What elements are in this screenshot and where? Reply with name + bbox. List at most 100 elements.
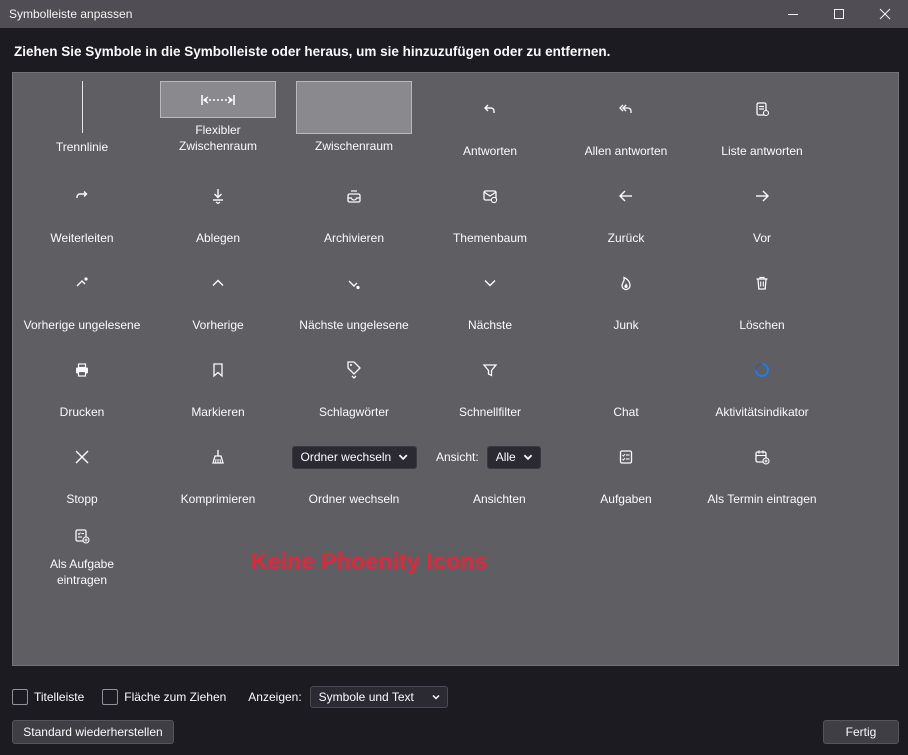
palette-item-ablegen[interactable]: Ablegen [150, 178, 286, 246]
dropdown-value: Alle [495, 450, 516, 464]
palette-item-label: Als Aufgabe eintragen [50, 556, 114, 588]
folder-switch-dropdown[interactable]: Ordner wechseln [291, 445, 417, 469]
chevron-down-icon [484, 280, 496, 287]
chevron-up-icon [212, 279, 224, 286]
palette-item-label: Themenbaum [452, 231, 528, 245]
checkbox-box[interactable] [102, 689, 119, 705]
palette-item-label: Chat [613, 405, 639, 419]
palette-item-aufgaben[interactable]: Aufgaben [558, 439, 694, 507]
palette-item-markieren[interactable]: Markieren [150, 352, 286, 420]
print-icon [76, 363, 88, 377]
palette-item-vorherige[interactable]: Vorherige [150, 265, 286, 333]
tasks-icon [619, 450, 633, 464]
next-unread-icon [348, 280, 360, 290]
view-dropdown[interactable]: Alle [486, 445, 541, 469]
archive-icon [347, 190, 361, 203]
palette-item-als-aufgabe-eintragen[interactable]: Als Aufgabe eintragen [14, 518, 150, 588]
palette-item-label: Trennlinie [55, 140, 109, 154]
close-icon[interactable] [862, 0, 908, 28]
window-controls [770, 0, 908, 28]
arrow-right-icon [756, 190, 769, 202]
palette-item-schlagwoerter[interactable]: Schlagwörter [286, 352, 422, 420]
done-button[interactable]: Fertig [823, 720, 899, 744]
palette-item-label: Archivieren [323, 231, 385, 245]
palette-item-liste-antworten[interactable]: Liste antworten [694, 91, 830, 159]
titlebar-checkbox[interactable]: Titelleiste [12, 689, 84, 705]
label-line-2: eintragen [56, 573, 108, 587]
filter-icon [482, 364, 498, 377]
drag-space-checkbox[interactable]: Fläche zum Ziehen [102, 689, 226, 705]
label-line-1: Als Aufgabe [49, 557, 115, 571]
palette-item-naechste[interactable]: Nächste [422, 265, 558, 333]
palette-item-drucken[interactable]: Drucken [14, 352, 150, 420]
arrow-left-icon [619, 190, 632, 202]
palette-item-zwischenraum[interactable]: Zwischenraum [286, 81, 422, 154]
palette-item-label: Vor [752, 231, 771, 245]
palette-item-ordner-wechseln[interactable]: Ordner wechseln Ordner wechseln [279, 439, 429, 507]
checkbox-label: Titelleiste [34, 690, 85, 704]
palette-item-allen-antworten[interactable]: Allen antworten [558, 91, 694, 159]
palette-item-label: Zurück [607, 231, 645, 245]
window-title: Symbolleiste anpassen [9, 7, 133, 21]
maximize-icon[interactable] [816, 0, 862, 28]
palette-item-loeschen[interactable]: Löschen [694, 265, 830, 333]
restore-defaults-button[interactable]: Standard wiederherstellen [12, 720, 174, 744]
palette-item-aktivitaetsindikator[interactable]: Aktivitätsindikator [694, 352, 830, 420]
palette-item-label: Aktivitätsindikator [715, 405, 809, 419]
broom-icon [212, 450, 224, 464]
watermark-text: Keine Phoenity Icons [251, 548, 488, 574]
palette-item-weiterleiten[interactable]: Weiterleiten [14, 178, 150, 246]
checkbox-box[interactable] [12, 689, 28, 705]
palette-item-label: Ansichten [473, 492, 526, 506]
label-line-2: Zwischenraum [178, 139, 258, 153]
palette-item-archivieren[interactable]: Archivieren [286, 178, 422, 246]
chevron-down-icon [523, 454, 532, 461]
palette-item-label: Aufgaben [600, 492, 652, 506]
palette-item-label: Ablegen [195, 231, 241, 245]
previous-unread-icon [76, 277, 88, 287]
flexible-space-icon [201, 94, 235, 105]
palette-item-label: Junk [613, 318, 639, 332]
select-value: Symbole und Text [318, 690, 414, 704]
palette-item-schnellfilter[interactable]: Schnellfilter [422, 352, 558, 420]
forward-icon [76, 191, 88, 198]
instruction-text: Ziehen Sie Symbole in die Symbolleiste o… [14, 44, 611, 59]
palette-item-antworten[interactable]: Antworten [422, 91, 558, 159]
palette-item-chat[interactable]: Chat [558, 352, 694, 420]
palette-item-label: Markieren [191, 405, 245, 419]
label-line-1: Flexibler [195, 123, 241, 137]
view-label: Ansicht: [436, 450, 479, 464]
calendar-add-icon [755, 450, 770, 465]
activity-spinner-icon [755, 363, 769, 377]
palette-item-vorherige-ungelesene[interactable]: Vorherige ungelesene [14, 265, 150, 333]
show-mode-select[interactable]: Symbole und Text [309, 686, 448, 708]
palette-item-stopp[interactable]: Stopp [14, 439, 150, 507]
palette-item-flexibler-zwischenraum[interactable]: Flexibler Zwischenraum [150, 81, 286, 154]
palette-item-label: Ordner wechseln [308, 492, 400, 506]
palette-item-naechste-ungelesene[interactable]: Nächste ungelesene [286, 265, 422, 333]
palette-item-label: Stopp [66, 492, 98, 506]
reply-all-icon [619, 104, 632, 113]
reply-icon [484, 104, 495, 113]
palette-item-label: Liste antworten [721, 144, 803, 158]
junk-flame-icon [621, 276, 631, 291]
palette-item-label: Löschen [739, 318, 785, 332]
palette-item-label: Zwischenraum [314, 139, 394, 153]
palette-item-trennlinie[interactable]: Trennlinie [14, 81, 150, 155]
space-box [296, 81, 412, 134]
palette-item-junk[interactable]: Junk [558, 265, 694, 333]
reply-list-icon [756, 102, 770, 117]
palette-item-label: Flexibler Zwischenraum [179, 122, 257, 154]
tag-icon [347, 361, 361, 379]
palette-item-label: Nächste [467, 318, 513, 332]
palette-item-als-termin-eintragen[interactable]: Als Termin eintragen [682, 439, 842, 507]
palette-item-vor[interactable]: Vor [694, 178, 830, 246]
flexible-space-box [160, 81, 276, 118]
task-add-icon [75, 529, 90, 544]
palette-item-komprimieren[interactable]: Komprimieren [150, 439, 286, 507]
minimize-icon[interactable] [770, 0, 816, 28]
palette-item-zurueck[interactable]: Zurück [558, 178, 694, 246]
bookmark-icon [213, 363, 223, 378]
palette-item-themenbaum[interactable]: Themenbaum [422, 178, 558, 246]
window-titlebar: Symbolleiste anpassen [0, 0, 908, 28]
